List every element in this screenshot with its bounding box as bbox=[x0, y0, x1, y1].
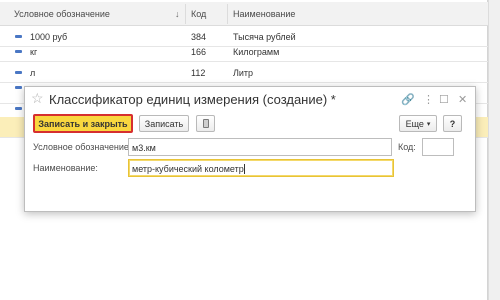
dialog-title: Классификатор единиц измерения (создание… bbox=[49, 92, 336, 107]
column-header-name[interactable]: Наименование bbox=[233, 9, 295, 19]
list-header: Условное обозначение ↓ Код Наименование bbox=[0, 2, 488, 26]
name-field[interactable]: метр-кубический колометр bbox=[128, 159, 394, 177]
symbol-label: Условное обозначение: bbox=[33, 142, 132, 152]
more-actions-icon[interactable]: ⋮ bbox=[423, 93, 434, 106]
column-divider bbox=[185, 4, 186, 24]
link-icon[interactable]: 🔗 bbox=[401, 93, 415, 106]
close-icon[interactable]: ✕ bbox=[458, 93, 467, 106]
row-marker-icon bbox=[15, 86, 22, 89]
help-button[interactable]: ? bbox=[443, 115, 462, 132]
row-symbol: кг bbox=[30, 47, 38, 57]
code-label: Код: bbox=[398, 142, 416, 152]
row-code: 112 bbox=[191, 68, 206, 78]
column-divider bbox=[227, 4, 228, 24]
code-field[interactable] bbox=[422, 138, 454, 156]
favorite-star-icon[interactable]: ☆ bbox=[31, 90, 44, 107]
chevron-down-icon: ▾ bbox=[426, 120, 431, 128]
maximize-icon[interactable]: ☐ bbox=[439, 93, 449, 106]
row-marker-icon bbox=[15, 35, 22, 38]
table-row[interactable]: л 112 Литр bbox=[0, 62, 488, 83]
create-unit-dialog: ☆ Классификатор единиц измерения (создан… bbox=[24, 86, 476, 212]
document-icon bbox=[202, 119, 209, 128]
save-and-close-button[interactable]: Записать и закрыть bbox=[33, 114, 133, 133]
row-name: Килограмм bbox=[233, 47, 280, 57]
symbol-field-value: м3.км bbox=[132, 143, 156, 153]
text-cursor bbox=[243, 164, 245, 174]
column-header-symbol[interactable]: Условное обозначение bbox=[14, 9, 110, 19]
name-label: Наименование: bbox=[33, 163, 98, 173]
more-button-label: Еще bbox=[405, 118, 424, 129]
more-button[interactable]: Еще ▾ bbox=[399, 115, 437, 132]
symbol-field[interactable]: м3.км bbox=[128, 138, 392, 156]
name-field-value: метр-кубический колометр bbox=[132, 164, 244, 174]
row-marker-icon bbox=[15, 107, 22, 110]
sort-arrow-icon: ↓ bbox=[175, 9, 180, 19]
row-marker-icon bbox=[15, 50, 22, 53]
row-symbol: л bbox=[30, 68, 36, 78]
save-button[interactable]: Записать bbox=[139, 115, 189, 132]
row-code: 166 bbox=[191, 47, 207, 57]
save-icon-button[interactable] bbox=[196, 115, 215, 132]
row-name: Литр bbox=[233, 68, 254, 78]
column-header-code[interactable]: Код bbox=[191, 9, 206, 19]
row-marker-icon bbox=[15, 71, 22, 74]
table-row[interactable]: кг 166 Килограмм bbox=[0, 41, 488, 62]
list-scrollbar[interactable] bbox=[488, 0, 500, 300]
